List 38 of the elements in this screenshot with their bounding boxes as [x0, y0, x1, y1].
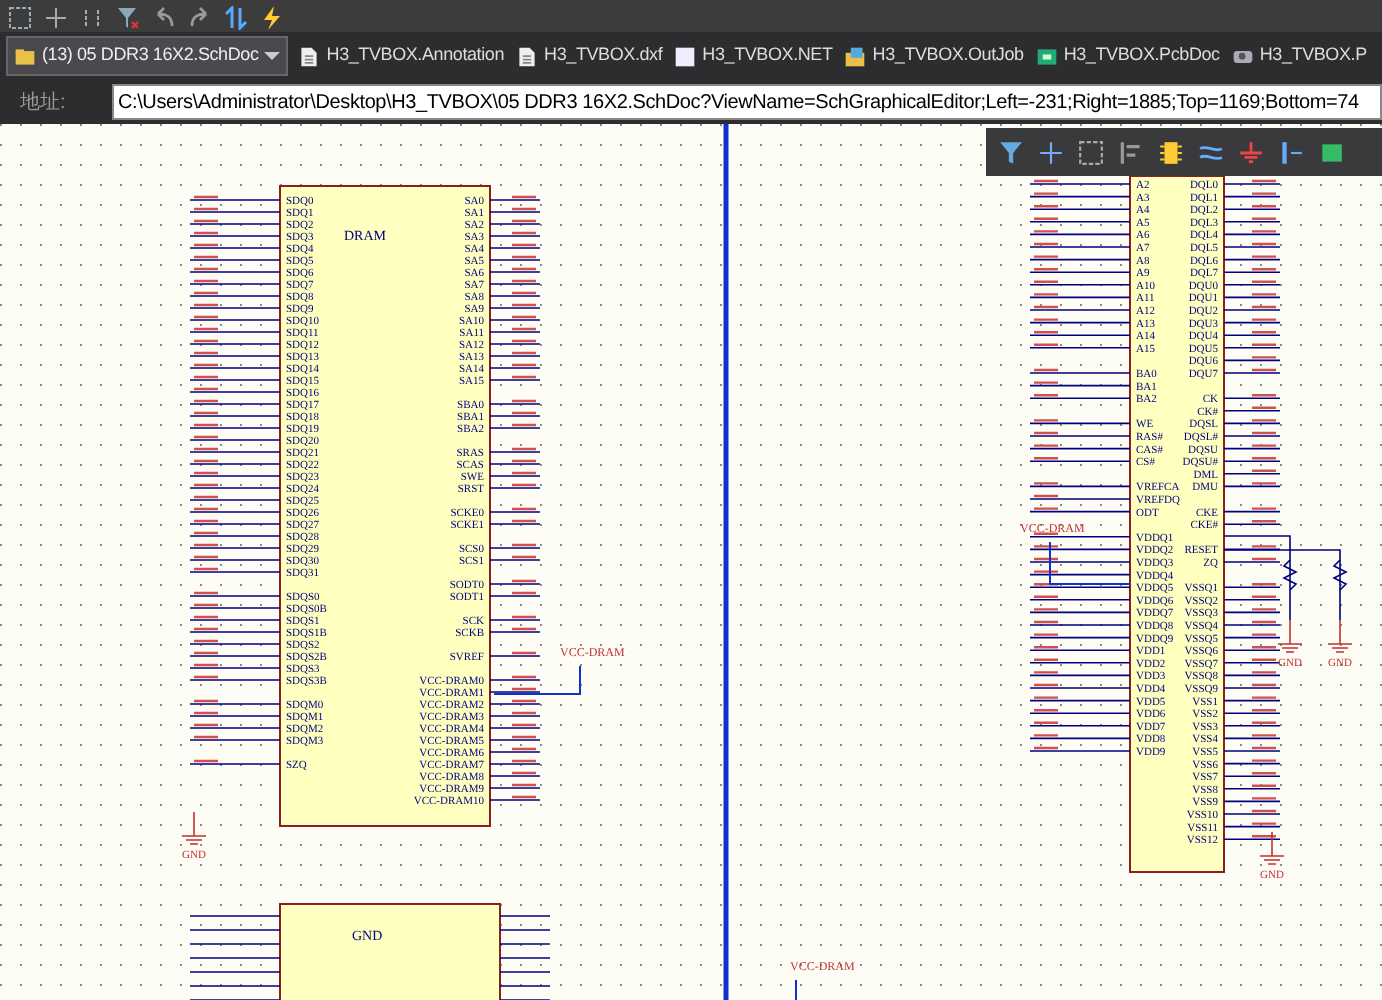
address-field[interactable]: C:\Users\Administrator\Desktop\H3_TVBOX\05 DDR3 16X2.SchDoc?ViewName=SchGraphicalEditor;Left=-231;Right=1885;Top=1169;Bottom=74	[112, 84, 1382, 120]
resistor-drawing	[1282, 559, 1348, 591]
undo-icon[interactable]	[152, 6, 176, 30]
folder-icon	[14, 45, 36, 67]
reset-wire	[1223, 535, 1341, 621]
select-area-icon[interactable]	[8, 6, 32, 30]
cross-icon[interactable]	[1038, 139, 1064, 165]
document-icon	[674, 45, 697, 67]
sort-arrows-icon[interactable]	[224, 6, 248, 30]
document-tab[interactable]: H3_TVBOX.NET	[672, 36, 835, 76]
document-icon	[298, 45, 321, 67]
board-icon	[1035, 45, 1058, 67]
address-label: 地址:	[18, 89, 68, 117]
document-tab[interactable]: H3_TVBOX.OutJob	[842, 36, 1026, 76]
ground-icon[interactable]	[1238, 139, 1264, 165]
cross-icon[interactable]	[44, 6, 68, 30]
power-wire	[493, 665, 581, 695]
ground-symbol	[1327, 619, 1353, 653]
caret-icon	[264, 50, 281, 62]
document-tab[interactable]: H3_TVBOX.Annotation	[296, 36, 507, 76]
ground-symbol	[1259, 831, 1285, 865]
power-wire	[795, 979, 797, 1000]
document-tab[interactable]: H3_TVBOX.dxf	[514, 36, 665, 76]
power-wire	[1049, 541, 1131, 585]
document-tab[interactable]: H3_TVBOX.PcbDoc	[1033, 36, 1222, 76]
document-tab[interactable]: H3_TVBOX.P	[1229, 36, 1369, 76]
sheet-icon[interactable]	[1318, 139, 1344, 165]
ground-symbol	[1277, 619, 1303, 653]
filter-clear-icon[interactable]	[116, 6, 140, 30]
filter-icon[interactable]	[998, 139, 1024, 165]
select-area-icon[interactable]	[1078, 139, 1104, 165]
folder-icon	[844, 45, 867, 67]
port-icon[interactable]	[1278, 139, 1304, 165]
ground-symbol	[181, 811, 207, 845]
document-tab[interactable]: (13) 05 DDR3 16X2.SchDoc	[6, 36, 289, 76]
component-icon[interactable]	[1158, 139, 1184, 165]
document-icon	[516, 45, 539, 67]
redo-icon[interactable]	[188, 6, 212, 30]
